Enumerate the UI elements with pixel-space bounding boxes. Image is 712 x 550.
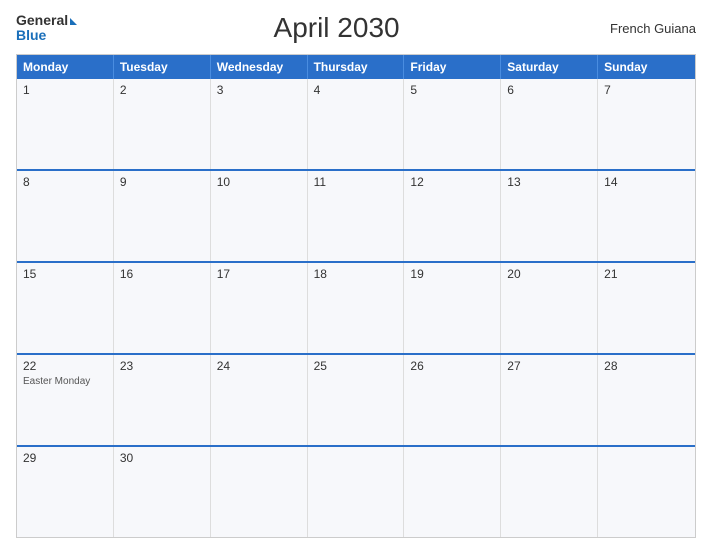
col-wednesday: Wednesday [211,55,308,79]
cell-3-5: 19 [404,263,501,353]
event-easter-monday: Easter Monday [23,376,107,387]
day-21: 21 [604,267,689,281]
day-16: 16 [120,267,204,281]
region-label: French Guiana [596,21,696,36]
col-monday: Monday [17,55,114,79]
cell-5-2: 30 [114,447,211,537]
cell-1-1: 1 [17,79,114,169]
cell-2-4: 11 [308,171,405,261]
calendar-header-row: Monday Tuesday Wednesday Thursday Friday… [17,55,695,79]
calendar-title: April 2030 [77,12,596,44]
cell-3-6: 20 [501,263,598,353]
cell-1-7: 7 [598,79,695,169]
cell-2-6: 13 [501,171,598,261]
col-tuesday: Tuesday [114,55,211,79]
logo: General Blue [16,13,77,44]
cell-4-3: 24 [211,355,308,445]
cell-4-2: 23 [114,355,211,445]
cell-1-4: 4 [308,79,405,169]
cell-3-4: 18 [308,263,405,353]
day-6: 6 [507,83,591,97]
week-3: 15 16 17 18 19 20 21 [17,261,695,353]
cell-3-3: 17 [211,263,308,353]
cell-2-2: 9 [114,171,211,261]
cell-1-3: 3 [211,79,308,169]
day-2: 2 [120,83,204,97]
day-17: 17 [217,267,301,281]
day-27: 27 [507,359,591,373]
cell-5-6 [501,447,598,537]
day-20: 20 [507,267,591,281]
calendar: Monday Tuesday Wednesday Thursday Friday… [16,54,696,538]
logo-triangle-icon [70,18,77,25]
day-18: 18 [314,267,398,281]
logo-general-text: General [16,13,68,28]
header: General Blue April 2030 French Guiana [16,12,696,44]
col-sunday: Sunday [598,55,695,79]
cell-2-1: 8 [17,171,114,261]
logo-blue-text: Blue [16,27,46,43]
day-9: 9 [120,175,204,189]
week-1: 1 2 3 4 5 6 7 [17,79,695,169]
cell-4-4: 25 [308,355,405,445]
day-22: 22 [23,359,107,373]
day-30: 30 [120,451,204,465]
col-thursday: Thursday [308,55,405,79]
cell-5-4 [308,447,405,537]
day-28: 28 [604,359,689,373]
day-3: 3 [217,83,301,97]
col-friday: Friday [404,55,501,79]
day-14: 14 [604,175,689,189]
cell-4-1: 22 Easter Monday [17,355,114,445]
cell-1-5: 5 [404,79,501,169]
day-23: 23 [120,359,204,373]
cell-4-7: 28 [598,355,695,445]
cell-5-1: 29 [17,447,114,537]
day-25: 25 [314,359,398,373]
cell-5-7 [598,447,695,537]
day-7: 7 [604,83,689,97]
calendar-body: 1 2 3 4 5 6 7 8 9 10 11 12 13 14 15 [17,79,695,537]
day-4: 4 [314,83,398,97]
cell-2-5: 12 [404,171,501,261]
day-13: 13 [507,175,591,189]
col-saturday: Saturday [501,55,598,79]
day-12: 12 [410,175,494,189]
day-24: 24 [217,359,301,373]
logo-line-blue: Blue [16,28,77,43]
cell-1-2: 2 [114,79,211,169]
logo-line-general: General [16,13,77,28]
cell-2-7: 14 [598,171,695,261]
day-26: 26 [410,359,494,373]
day-5: 5 [410,83,494,97]
day-10: 10 [217,175,301,189]
page: General Blue April 2030 French Guiana Mo… [0,0,712,550]
cell-3-1: 15 [17,263,114,353]
cell-5-5 [404,447,501,537]
week-5: 29 30 [17,445,695,537]
cell-1-6: 6 [501,79,598,169]
cell-5-3 [211,447,308,537]
cell-3-2: 16 [114,263,211,353]
cell-2-3: 10 [211,171,308,261]
week-2: 8 9 10 11 12 13 14 [17,169,695,261]
day-15: 15 [23,267,107,281]
day-8: 8 [23,175,107,189]
day-1: 1 [23,83,107,97]
cell-4-5: 26 [404,355,501,445]
day-11: 11 [314,175,398,189]
week-4: 22 Easter Monday 23 24 25 26 27 28 [17,353,695,445]
day-29: 29 [23,451,107,465]
cell-3-7: 21 [598,263,695,353]
day-19: 19 [410,267,494,281]
cell-4-6: 27 [501,355,598,445]
